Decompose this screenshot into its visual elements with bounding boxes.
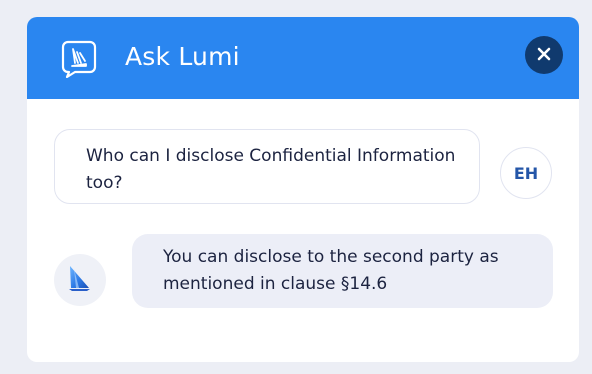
user-message-bubble: Who can I disclose Confidential Informat… (54, 129, 480, 204)
user-initials: EH (513, 163, 539, 183)
bot-avatar (54, 254, 106, 306)
user-avatar: EH (500, 147, 552, 199)
close-button[interactable] (525, 36, 563, 74)
page: Ask Lumi Who can I disclose Confidential… (0, 0, 592, 374)
close-icon (537, 46, 551, 65)
lumi-chat-logo-icon (61, 40, 97, 79)
panel-header: Ask Lumi (27, 17, 579, 99)
lumi-sail-icon (67, 264, 93, 296)
panel-title: Ask Lumi (125, 42, 240, 71)
bot-message-bubble: You can disclose to the second party as … (132, 234, 553, 308)
ask-lumi-panel: Ask Lumi Who can I disclose Confidential… (27, 17, 579, 362)
